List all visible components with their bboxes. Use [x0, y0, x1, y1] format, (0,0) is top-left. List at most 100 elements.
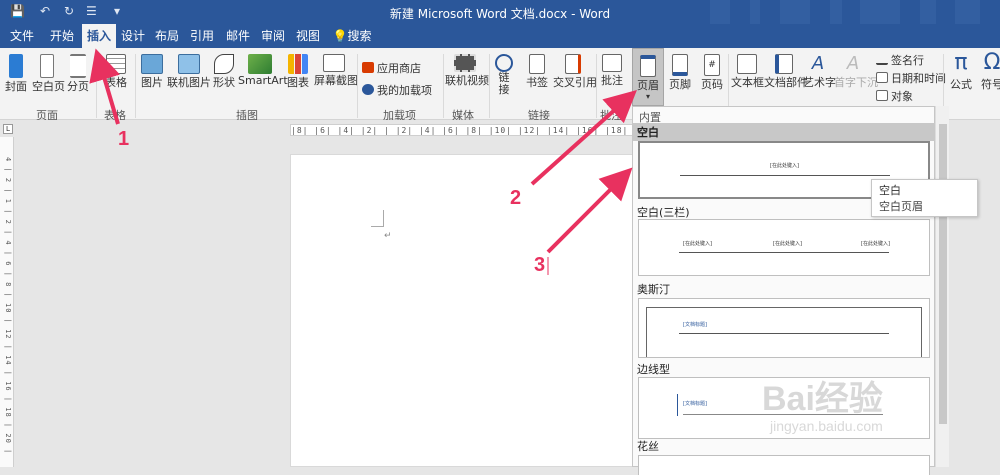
picture-icon	[141, 54, 163, 74]
signature-line-button[interactable]: 签名行	[876, 52, 924, 68]
cross-reference-icon	[565, 54, 581, 74]
scrollbar-thumb[interactable]	[939, 124, 947, 424]
online-pictures-button[interactable]: 联机图片	[167, 54, 211, 90]
bookmark-icon	[529, 54, 545, 74]
header-icon	[640, 55, 656, 77]
margin-mark	[371, 210, 384, 227]
tab-mailings[interactable]: 邮件	[223, 24, 253, 48]
link-button[interactable]: 链接	[494, 54, 514, 96]
drop-cap-icon: A	[846, 53, 860, 74]
document-title: 新建 Microsoft Word 文档.docx - Word	[389, 7, 611, 21]
cover-page-button[interactable]: 封面	[4, 54, 28, 94]
ribbon-tabs: 文件 开始 插入 设计 布局 引用 邮件 审阅 视图 💡搜索	[0, 24, 1000, 48]
wordart-button[interactable]: A 艺术字	[803, 54, 836, 90]
table-icon	[106, 54, 126, 74]
gallery-item-austin[interactable]: [文档标题]	[638, 298, 930, 358]
link-icon	[495, 54, 513, 72]
gallery-item-filigree[interactable]	[638, 455, 930, 475]
tab-layout[interactable]: 布局	[152, 24, 182, 48]
textbox-icon	[737, 54, 757, 74]
object-button[interactable]: 对象	[876, 88, 913, 104]
online-video-button[interactable]: 联机视频	[445, 54, 489, 88]
chart-button[interactable]: 图表	[286, 54, 310, 90]
table-button[interactable]: 表格	[101, 54, 131, 90]
date-time-button[interactable]: 日期和时间	[876, 70, 946, 86]
dropdown-arrow-icon: ▾	[645, 92, 650, 101]
blank-page-button[interactable]: 空白页	[32, 54, 65, 94]
pi-icon: π	[954, 50, 968, 75]
gallery-tooltip: 空白 空白页眉	[871, 179, 978, 217]
shapes-button[interactable]: 形状	[212, 54, 236, 90]
online-picture-icon	[178, 54, 200, 74]
smartart-button[interactable]: SmartArt	[238, 54, 288, 87]
equation-button[interactable]: π 公式	[948, 50, 974, 92]
page-break-button[interactable]: 分页	[66, 54, 90, 94]
my-addins-button[interactable]: 我的加载项	[362, 82, 432, 98]
page-number-button[interactable]: # 页码	[698, 54, 726, 92]
placeholder-text: [在此处键入]	[770, 163, 799, 169]
quick-parts-button[interactable]: 文档部件	[764, 54, 808, 90]
title-bar: 💾 ↶ ↻ ☰ ▾ 新建 Microsoft Word 文档.docx - Wo…	[0, 0, 1000, 24]
footer-button[interactable]: 页脚	[666, 54, 694, 92]
store-button[interactable]: 应用商店	[362, 60, 421, 76]
video-icon	[454, 54, 476, 72]
page-number-icon: #	[704, 54, 720, 76]
header-rule	[680, 175, 890, 176]
tab-file[interactable]: 文件	[4, 24, 40, 48]
cross-reference-button[interactable]: 交叉引用	[553, 54, 597, 90]
watermark-logo: Bai经验	[762, 380, 883, 418]
tooltip-description: 空白页眉	[879, 200, 923, 213]
blank-page-icon	[40, 54, 54, 78]
side-line	[677, 394, 678, 416]
document-page[interactable]: ↵	[290, 154, 634, 467]
lightbulb-icon: 💡	[332, 29, 348, 43]
tab-references[interactable]: 引用	[187, 24, 217, 48]
footer-icon	[672, 54, 688, 76]
gallery-item-blank-three-column[interactable]: [在此处键入] [在此处键入] [在此处键入]	[638, 219, 930, 276]
screenshot-icon	[323, 54, 345, 72]
tooltip-title: 空白	[879, 184, 901, 197]
cover-page-icon	[9, 54, 23, 78]
textbox-button[interactable]: 文本框	[731, 54, 764, 90]
divider	[596, 54, 597, 118]
annotation-label-3: 3	[534, 254, 546, 276]
vertical-ruler[interactable]: 4 | 2 | 1 | 2 | 4 | 6 | 8 | 10 | 12 | 14…	[0, 137, 14, 467]
comment-button[interactable]: 批注	[598, 54, 626, 88]
annotation-label-1: 1	[118, 128, 130, 150]
tab-design[interactable]: 设计	[118, 24, 148, 48]
header-button[interactable]: 页眉 ▾	[632, 48, 664, 106]
gallery-item-filigree-label: 花丝	[637, 440, 659, 453]
calendar-icon	[876, 72, 888, 83]
selected-item-highlight	[633, 123, 936, 141]
screenshot-button[interactable]: 屏幕截图	[314, 54, 358, 88]
divider	[96, 54, 97, 118]
omega-icon: Ω	[983, 50, 1000, 75]
paragraph-mark: ↵	[384, 231, 392, 241]
pictures-button[interactable]: 图片	[140, 54, 164, 90]
horizontal-ruler[interactable]: |8| |6| |4| |2| | |2| |4| |6| |8| |10| |…	[290, 124, 634, 136]
vertical-ruler-scale: 4 | 2 | 1 | 2 | 4 | 6 | 8 | 10 | 12 | 14…	[4, 157, 12, 457]
quick-parts-icon	[775, 54, 793, 74]
placeholder-text: [在此处键入]	[683, 241, 712, 247]
divider	[489, 54, 490, 118]
placeholder-text: [文档标题]	[683, 322, 707, 328]
austin-frame	[646, 307, 922, 357]
tell-me-search[interactable]: 💡搜索	[332, 24, 372, 48]
annotation-label-2: 2	[510, 187, 522, 209]
header-rule	[679, 252, 889, 253]
tab-insert[interactable]: 插入	[82, 24, 116, 48]
smartart-icon	[248, 54, 272, 74]
tab-home[interactable]: 开始	[44, 24, 80, 48]
tab-selector[interactable]: L	[3, 124, 13, 134]
signature-icon	[876, 54, 888, 65]
drop-cap-button[interactable]: A 首字下沉	[834, 53, 878, 90]
tab-view[interactable]: 视图	[293, 24, 323, 48]
bookmark-button[interactable]: 书签	[523, 54, 551, 90]
tab-review[interactable]: 审阅	[258, 24, 288, 48]
comment-icon	[602, 54, 622, 72]
placeholder-text: [在此处键入]	[861, 241, 890, 247]
header-rule	[679, 333, 889, 334]
symbol-button[interactable]: Ω 符号	[978, 50, 1000, 92]
divider	[135, 54, 136, 118]
divider	[357, 54, 358, 118]
